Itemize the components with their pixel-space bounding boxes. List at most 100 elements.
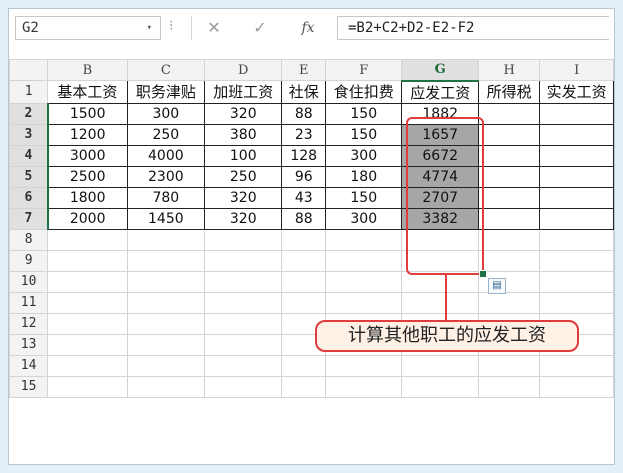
table-cell[interactable]: 780	[126, 186, 206, 209]
table-cell[interactable]: 43	[281, 186, 327, 209]
table-cell[interactable]: 3000	[47, 144, 128, 167]
selected-cell[interactable]: 2707	[401, 186, 479, 209]
table-cell[interactable]	[204, 270, 283, 293]
row-header[interactable]: 11	[9, 291, 49, 314]
table-cell[interactable]: 320	[204, 207, 283, 230]
table-cell[interactable]	[539, 165, 614, 188]
table-cell[interactable]	[325, 354, 403, 377]
table-cell[interactable]	[477, 375, 541, 398]
table-cell[interactable]: 基本工资	[47, 80, 128, 104]
table-cell[interactable]: 职务津贴	[126, 80, 206, 104]
table-cell[interactable]: 实发工资	[539, 80, 614, 104]
table-cell[interactable]: 300	[325, 144, 403, 167]
table-cell[interactable]	[401, 228, 479, 251]
row-header[interactable]: 1	[9, 80, 49, 104]
table-cell[interactable]	[477, 186, 541, 209]
table-cell[interactable]	[477, 249, 541, 272]
chevron-down-icon[interactable]: ▾	[147, 17, 152, 39]
table-cell[interactable]: 加班工资	[204, 80, 283, 104]
table-cell[interactable]	[539, 102, 614, 125]
table-cell[interactable]	[204, 312, 283, 335]
column-header[interactable]: B	[47, 59, 128, 81]
table-cell[interactable]	[539, 354, 614, 377]
table-cell[interactable]: 150	[325, 186, 403, 209]
table-cell[interactable]	[281, 228, 327, 251]
row-header-selected[interactable]: 7	[9, 207, 49, 230]
table-cell[interactable]	[477, 354, 541, 377]
table-cell[interactable]	[477, 123, 541, 146]
table-cell[interactable]	[126, 375, 206, 398]
table-cell[interactable]	[126, 312, 206, 335]
table-cell[interactable]	[204, 291, 283, 314]
table-cell[interactable]: 2300	[126, 165, 206, 188]
selected-cell[interactable]: 4774	[401, 165, 479, 188]
table-cell[interactable]	[126, 291, 206, 314]
row-header-selected[interactable]: 4	[9, 144, 49, 167]
table-cell[interactable]	[47, 375, 128, 398]
table-cell[interactable]: 150	[325, 102, 403, 125]
insert-function-icon[interactable]: fx	[296, 16, 320, 40]
table-cell[interactable]: 88	[281, 207, 327, 230]
table-cell[interactable]: 1450	[126, 207, 206, 230]
table-cell[interactable]	[539, 186, 614, 209]
table-cell[interactable]	[47, 333, 128, 356]
table-cell[interactable]: 320	[204, 102, 283, 125]
row-header[interactable]: 10	[9, 270, 49, 293]
column-header[interactable]: D	[204, 59, 283, 81]
table-cell[interactable]	[401, 354, 479, 377]
table-cell[interactable]	[325, 249, 403, 272]
row-header-selected[interactable]: 5	[9, 165, 49, 188]
active-cell[interactable]: 1882	[401, 102, 479, 125]
table-cell[interactable]: 320	[204, 186, 283, 209]
table-cell[interactable]	[477, 165, 541, 188]
table-cell[interactable]	[539, 228, 614, 251]
table-cell[interactable]: 2500	[47, 165, 128, 188]
table-cell[interactable]: 88	[281, 102, 327, 125]
name-box[interactable]: G2 ▾	[15, 16, 161, 40]
table-cell[interactable]	[539, 375, 614, 398]
cancel-icon[interactable]: ✕	[202, 16, 226, 40]
column-header[interactable]: I	[539, 59, 614, 81]
row-header[interactable]: 14	[9, 354, 49, 377]
table-cell[interactable]	[539, 207, 614, 230]
row-header-selected[interactable]: 2	[9, 102, 49, 125]
table-cell[interactable]	[281, 375, 327, 398]
table-cell[interactable]	[281, 291, 327, 314]
table-cell[interactable]	[401, 291, 479, 314]
table-cell[interactable]: 180	[325, 165, 403, 188]
table-cell[interactable]	[47, 249, 128, 272]
column-header[interactable]: C	[126, 59, 206, 81]
table-cell[interactable]	[47, 228, 128, 251]
table-cell[interactable]: 社保	[281, 80, 327, 104]
table-cell[interactable]	[204, 375, 283, 398]
table-cell[interactable]	[204, 249, 283, 272]
table-cell[interactable]: 1800	[47, 186, 128, 209]
selected-cell[interactable]: 3382	[401, 207, 479, 230]
selected-cell[interactable]: 6672	[401, 144, 479, 167]
table-cell[interactable]	[477, 228, 541, 251]
table-cell[interactable]: 所得税	[477, 80, 541, 104]
row-header-selected[interactable]: 3	[9, 123, 49, 146]
table-cell[interactable]	[204, 228, 283, 251]
column-header-selected[interactable]: G	[401, 59, 479, 82]
table-cell[interactable]	[325, 270, 403, 293]
column-header[interactable]: F	[325, 59, 403, 81]
table-cell[interactable]: 23	[281, 123, 327, 146]
table-cell[interactable]: 4000	[126, 144, 206, 167]
row-header[interactable]: 12	[9, 312, 49, 335]
table-cell[interactable]	[47, 354, 128, 377]
table-cell[interactable]	[539, 144, 614, 167]
table-cell[interactable]	[539, 291, 614, 314]
table-cell[interactable]: 380	[204, 123, 283, 146]
fill-handle[interactable]	[479, 270, 487, 278]
row-header[interactable]: 15	[9, 375, 49, 398]
table-cell[interactable]	[539, 249, 614, 272]
table-cell[interactable]	[47, 312, 128, 335]
table-cell[interactable]: 250	[126, 123, 206, 146]
formula-input[interactable]: =B2+C2+D2-E2-F2	[337, 16, 609, 40]
table-cell[interactable]	[477, 102, 541, 125]
table-cell[interactable]: 300	[126, 102, 206, 125]
table-cell[interactable]	[477, 207, 541, 230]
table-cell[interactable]: 1500	[47, 102, 128, 125]
table-cell[interactable]: 128	[281, 144, 327, 167]
